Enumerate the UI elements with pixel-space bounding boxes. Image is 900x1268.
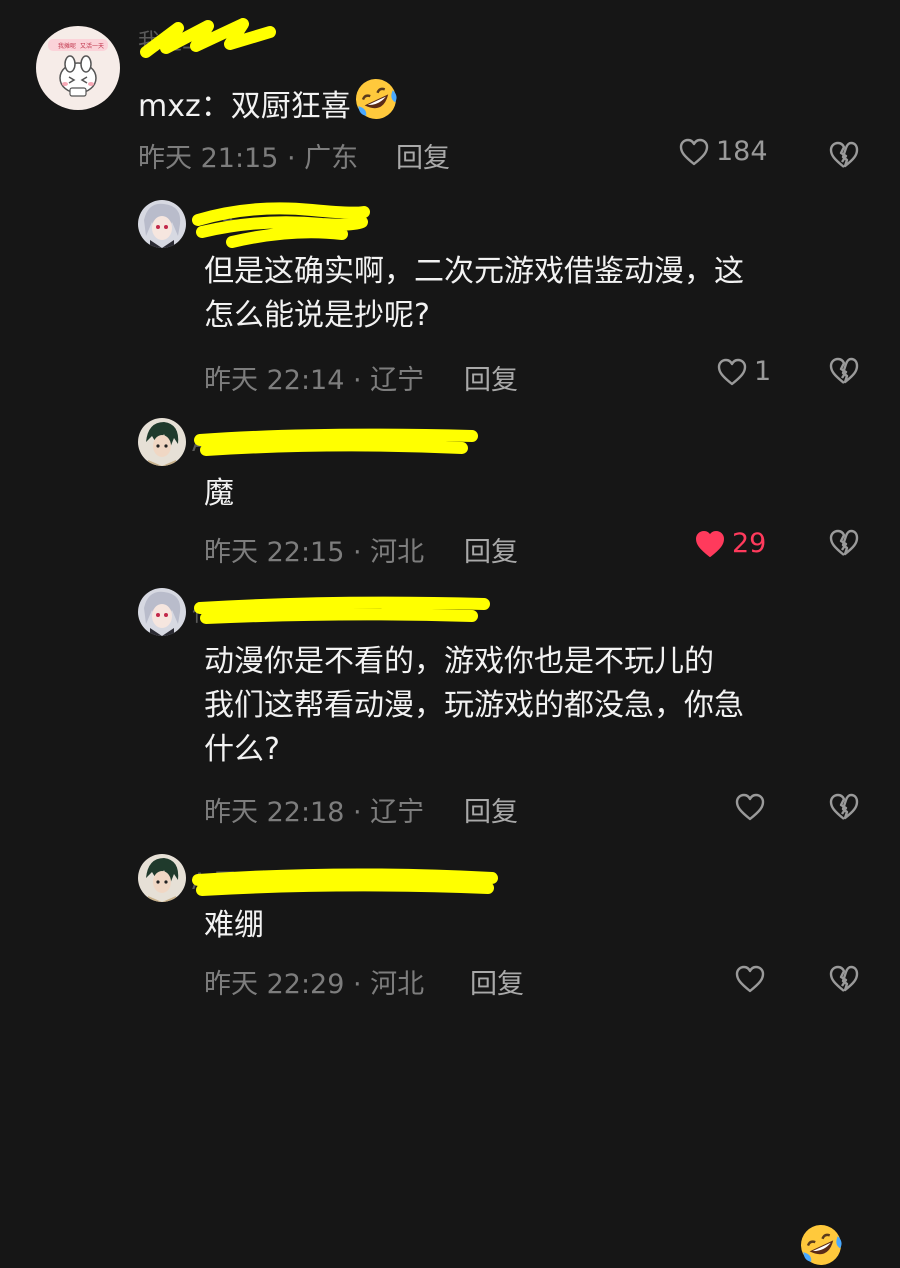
redaction-mark: [140, 18, 276, 58]
reply-item: A 王 魔 昨天 22:15 · 河北 回复 29: [0, 410, 900, 580]
dislike-button[interactable]: [828, 356, 860, 390]
avatar[interactable]: [138, 200, 186, 248]
comment-item: 我摊呢 又活一天 我是二 mxz：双厨狂喜 昨天 21:15 · 广东 回复 1…: [0, 0, 900, 190]
avatar[interactable]: [138, 418, 186, 466]
username-redacted[interactable]: 我是二: [138, 18, 278, 58]
username-redacted[interactable]: · · 王: [192, 198, 372, 248]
comment-text: mxz：双厨狂喜: [138, 76, 858, 129]
like-button[interactable]: [734, 964, 772, 994]
reply-button[interactable]: 回复: [464, 358, 518, 397]
time-location: 昨天 22:29 · 河北: [204, 969, 425, 1000]
avatar-badge-right: 又活一天: [80, 42, 104, 50]
broken-heart-icon: [829, 793, 859, 820]
rolling-on-floor-laughing-emoji: [801, 1225, 842, 1265]
time-location: 昨天 22:18 · 辽宁: [204, 797, 425, 828]
avatar[interactable]: [138, 588, 186, 636]
dislike-button[interactable]: [828, 792, 860, 826]
comment-text: 但是这确实啊，二次元游戏借鉴动漫，这 怎么能说是抄呢?: [204, 254, 744, 333]
like-count: 184: [716, 136, 768, 167]
reply-button[interactable]: 回复: [470, 962, 524, 1001]
like-count: 1: [754, 356, 772, 387]
reply-item: 作 王 动漫你是不看的，游戏你也是不玩儿的 我们这帮看动漫，玩游戏的都没急，你急…: [0, 580, 900, 1265]
time-location: 昨天 22:14 · 辽宁: [204, 365, 425, 396]
avatar[interactable]: [138, 854, 186, 902]
redaction-mark: [194, 596, 490, 624]
comment-text: 魔: [204, 476, 234, 511]
reply-item: · · 王 但是这确实啊，二次元游戏借鉴动漫，这 怎么能说是抄呢? 昨天 22:…: [0, 190, 900, 402]
broken-heart-icon: [829, 357, 859, 384]
heart-icon: [679, 138, 709, 165]
broken-heart-icon: [829, 529, 859, 556]
heart-filled-icon: [696, 530, 724, 557]
dislike-button[interactable]: [828, 964, 860, 998]
redaction-mark: [192, 202, 370, 248]
reply-button[interactable]: 回复: [464, 790, 518, 829]
username-redacted[interactable]: A 王 · 作大的泪宁: [192, 858, 502, 896]
like-button[interactable]: 184: [678, 136, 768, 167]
like-count: 29: [732, 528, 767, 559]
time-location: 昨天 21:15 · 广东: [138, 143, 359, 174]
like-button[interactable]: 29: [694, 528, 766, 559]
reply-item: A 王 · 作大的泪宁 难绷 昨天 22:29 · 河北 回复: [0, 848, 900, 1024]
heart-icon: [735, 965, 765, 993]
broken-heart-icon: [829, 141, 859, 168]
rolling-on-floor-laughing-emoji: [355, 79, 397, 119]
comment-text: 难绷: [204, 908, 264, 943]
like-button[interactable]: [734, 792, 772, 822]
like-button[interactable]: 1: [716, 356, 771, 387]
avatar[interactable]: 我摊呢 又活一天: [36, 26, 120, 110]
broken-heart-icon: [829, 965, 859, 992]
dislike-button[interactable]: [828, 528, 860, 562]
dislike-button[interactable]: [828, 140, 860, 174]
redaction-mark: [192, 868, 498, 896]
redaction-mark: [194, 428, 478, 456]
heart-icon: [717, 358, 747, 385]
heart-icon: [735, 793, 765, 821]
reply-button[interactable]: 回复: [396, 136, 450, 175]
username-redacted[interactable]: 作 王: [192, 590, 492, 627]
time-location: 昨天 22:15 · 河北: [204, 537, 425, 568]
reply-button[interactable]: 回复: [464, 530, 518, 569]
username-redacted[interactable]: A 王: [192, 420, 482, 457]
avatar-badge-left: 我摊呢: [58, 42, 76, 50]
comment-text: 动漫你是不看的，游戏你也是不玩儿的 我们这帮看动漫，玩游戏的都没急，你急 什么?: [204, 644, 744, 767]
